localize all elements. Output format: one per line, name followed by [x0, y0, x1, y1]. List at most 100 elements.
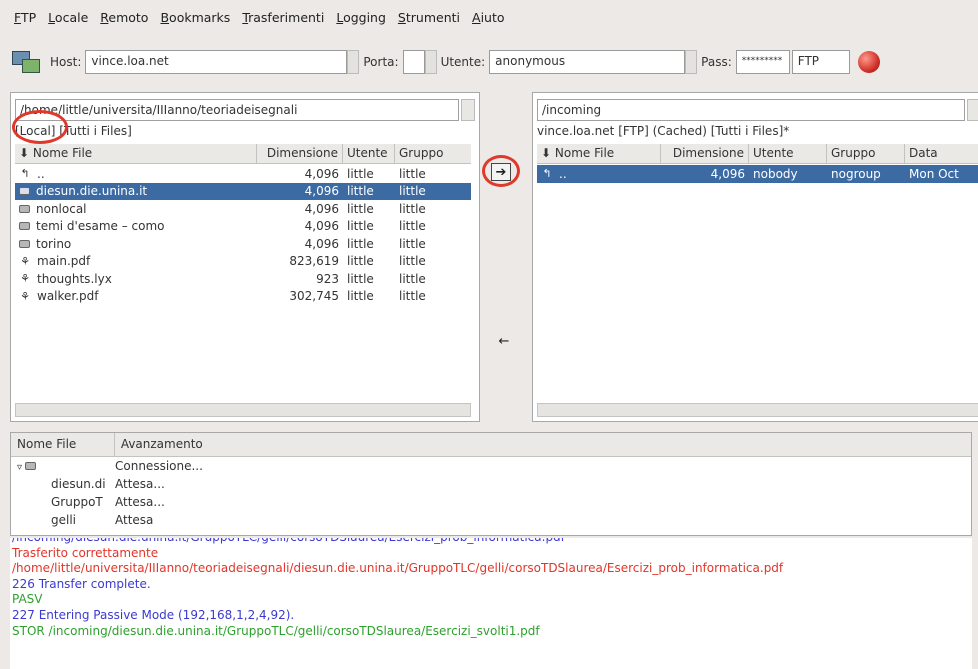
file-group: little [399, 219, 426, 234]
file-name: nonlocal [15, 202, 257, 216]
transfer-row[interactable]: diesun.di Attesa... [11, 475, 971, 493]
user-input[interactable]: anonymous [489, 50, 686, 74]
remote-col-size[interactable]: Dimensione [661, 144, 749, 163]
transfer-name: GruppoT [51, 495, 103, 509]
port-dropdown-button[interactable] [424, 50, 437, 74]
parent-dir-icon: ↰ [20, 167, 30, 181]
transfer-queue: Nome File Avanzamento ▿ Connessione... di… [10, 432, 972, 536]
file-name: ↰.. [537, 167, 661, 181]
transfer-progress: Attesa... [115, 477, 165, 491]
local-pane: /home/little/universita/IIIanno/teoriade… [10, 92, 480, 422]
file-name: ⚘ main.pdf [15, 254, 257, 268]
remote-file-list: ↰.. 4,096 nobody nogroup Mon Oct [537, 165, 978, 183]
file-name-text: nonlocal [36, 201, 87, 216]
local-file-row[interactable]: nonlocal 4,096 little little [15, 200, 471, 218]
expander-icon[interactable]: ▿ [17, 462, 25, 473]
file-icon: ⚘ [20, 289, 30, 303]
connect-icon[interactable] [10, 47, 44, 77]
local-hscrollbar[interactable] [15, 403, 471, 417]
file-user: little [347, 219, 374, 234]
file-group: little [399, 201, 426, 216]
menu-locale[interactable]: Locale [48, 10, 88, 25]
file-name: diesun.die.unina.it [15, 184, 257, 198]
folder-icon [19, 204, 30, 213]
transfer-list: ▿ Connessione... diesun.di Attesa... Gruppo… [11, 457, 971, 529]
local-file-row[interactable]: ⚘ walker.pdf 302,745 little little [15, 288, 471, 306]
local-file-row[interactable]: diesun.die.unina.it 4,096 little little [15, 182, 471, 200]
host-input[interactable]: vince.loa.net [85, 50, 348, 74]
file-group: little [399, 289, 426, 304]
transfer-name: ▿ [11, 459, 115, 473]
local-col-group[interactable]: Gruppo [395, 144, 471, 163]
local-col-name-label: Nome File [32, 146, 93, 160]
remote-path-input[interactable]: /incoming [537, 99, 965, 121]
host-dropdown-button[interactable] [347, 50, 360, 74]
transfer-col-progress[interactable]: Avanzamento [115, 433, 971, 456]
local-file-list: ↰.. 4,096 little little diesun.die.unina.it 4… [15, 165, 471, 305]
menu-aiuto[interactable]: Aiuto [472, 10, 505, 25]
transfer-row[interactable]: gelli Attesa [11, 511, 971, 529]
protocol-select[interactable]: FTP [791, 50, 850, 74]
local-col-name[interactable]: ⬇ Nome File [15, 144, 257, 163]
local-file-row[interactable]: ⚘ main.pdf 823,619 little little [15, 253, 471, 271]
menu-remoto[interactable]: Remoto [100, 10, 148, 25]
file-name-text: .. [37, 166, 45, 181]
remote-col-group[interactable]: Gruppo [827, 144, 905, 163]
transfer-name: gelli [51, 513, 77, 527]
user-label: Utente: [440, 55, 486, 69]
download-button[interactable]: ← [494, 332, 514, 350]
log-line: Trasferito correttamente [12, 545, 159, 560]
file-user: little [347, 166, 374, 181]
transfer-progress: Attesa [115, 513, 154, 527]
connection-toolbar: Host: vince.loa.net Porta: Utente: anony… [10, 38, 978, 86]
annotation-circle [482, 155, 520, 187]
log-line: 226 Transfer complete. [12, 576, 151, 591]
port-input[interactable] [402, 50, 425, 74]
remote-col-name[interactable]: ⬇ Nome File [537, 144, 661, 163]
local-col-user[interactable]: Utente [343, 144, 395, 163]
local-file-row[interactable]: torino 4,096 little little [15, 235, 471, 253]
local-file-row[interactable]: ↰.. 4,096 little little [15, 165, 471, 183]
local-col-size[interactable]: Dimensione [257, 144, 343, 163]
remote-col-date[interactable]: Data [905, 144, 978, 163]
file-name: torino [15, 237, 257, 251]
remote-path-dropdown[interactable] [967, 99, 978, 121]
transfer-row[interactable]: ▿ Connessione... [11, 457, 971, 475]
remote-col-name-label: Nome File [554, 146, 615, 160]
pass-input[interactable]: ********* [735, 50, 790, 74]
file-user: little [347, 271, 374, 286]
transfer-row[interactable]: GruppoT Attesa... [11, 493, 971, 511]
file-date: Mon Oct [909, 166, 959, 181]
local-path-dropdown[interactable] [461, 99, 475, 121]
local-file-row[interactable]: ⚘ thoughts.lyx 923 little little [15, 270, 471, 288]
file-icon: ⚘ [20, 272, 30, 286]
local-path-input[interactable]: /home/little/universita/IIIanno/teoriade… [15, 99, 459, 121]
file-user: nobody [753, 166, 798, 181]
menu-trasferimenti[interactable]: Trasferimenti [242, 10, 324, 25]
file-name: ⚘ walker.pdf [15, 289, 257, 303]
remote-list-header: ⬇ Nome File Dimensione Utente Gruppo Dat… [537, 144, 978, 164]
menu-bookmarks[interactable]: Bookmarks [160, 10, 230, 25]
remote-hscrollbar[interactable] [537, 403, 978, 417]
annotation-circle [12, 110, 68, 144]
transfer-col-name[interactable]: Nome File [11, 433, 115, 456]
menu-strumenti[interactable]: Strumenti [398, 10, 460, 25]
host-label: Host: [50, 55, 82, 69]
remote-col-user[interactable]: Utente [749, 144, 827, 163]
file-size: 4,096 [304, 166, 339, 181]
file-size: 4,096 [710, 166, 745, 181]
stop-icon[interactable] [857, 51, 880, 73]
file-name-text: walker.pdf [37, 289, 99, 304]
file-group: little [399, 184, 426, 199]
local-file-row[interactable]: temi d'esame – como 4,096 little little [15, 218, 471, 236]
folder-icon [19, 222, 30, 231]
port-label: Porta: [363, 55, 399, 69]
remote-file-row[interactable]: ↰.. 4,096 nobody nogroup Mon Oct [537, 165, 978, 183]
user-dropdown-button[interactable] [685, 50, 698, 74]
file-name: temi d'esame – como [15, 219, 257, 233]
menu-logging[interactable]: Logging [336, 10, 386, 25]
file-group: little [399, 254, 426, 269]
menubar: FTP Locale Remoto Bookmarks Trasferiment… [0, 0, 978, 34]
menu-ftp[interactable]: FTP [14, 10, 36, 25]
file-name-text: torino [36, 236, 72, 251]
